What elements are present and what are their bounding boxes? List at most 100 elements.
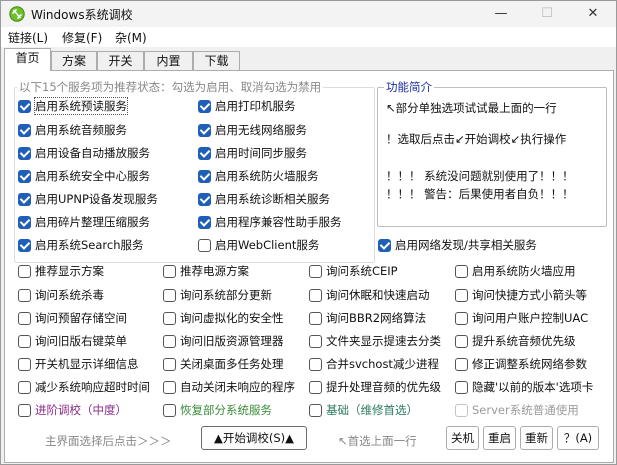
option-checkbox[interactable]: 询问旧版右键菜单 — [18, 333, 127, 349]
option-checkbox[interactable]: 基础（维修首选） — [309, 402, 418, 418]
tab-plan[interactable]: 方案 — [51, 51, 97, 71]
checkbox-unchecked[interactable] — [455, 357, 468, 371]
checkbox-unchecked[interactable] — [18, 334, 31, 348]
checkbox-checked[interactable] — [198, 169, 211, 183]
checkbox-unchecked[interactable] — [455, 380, 468, 394]
tab-builtin[interactable]: 内置 — [144, 51, 193, 71]
checkbox-unchecked[interactable] — [309, 357, 322, 371]
option-checkbox[interactable]: 询问系统杀毒 — [18, 287, 104, 303]
network-discovery-checkbox[interactable]: 启用网络发现/共享相关服务 — [378, 237, 537, 253]
checkbox-unchecked[interactable] — [163, 311, 176, 325]
checkbox-checked[interactable] — [198, 215, 211, 229]
checkbox-checked[interactable] — [18, 123, 31, 137]
service-checkbox[interactable]: 启用系统音频服务 — [18, 122, 127, 138]
service-checkbox[interactable]: 启用WebClient服务 — [198, 237, 319, 253]
service-checkbox[interactable]: 启用碎片整理压缩服务 — [18, 214, 150, 230]
restart-button[interactable]: 重启 — [483, 426, 516, 450]
checkbox-unchecked[interactable] — [163, 403, 176, 417]
checkbox-unchecked[interactable] — [163, 288, 176, 302]
service-checkbox[interactable]: 启用系统诊断相关服务 — [198, 191, 330, 207]
reselect-button[interactable]: 重新 — [520, 426, 553, 450]
option-checkbox[interactable]: 询问快捷方式小箭头等 — [455, 287, 587, 303]
service-checkbox[interactable]: 启用时间同步服务 — [198, 145, 307, 161]
option-checkbox[interactable]: 询问BBR2网络算法 — [309, 310, 426, 326]
checkbox-checked[interactable] — [18, 215, 31, 229]
shutdown-button[interactable]: 关机 — [446, 426, 479, 450]
menu-misc[interactable]: 杂(M) — [115, 29, 147, 46]
option-checkbox[interactable]: 修正调整系统网络参数 — [455, 356, 587, 372]
checkbox-checked[interactable] — [18, 99, 31, 113]
option-checkbox[interactable]: 自动关闭未响应的程序 — [163, 379, 295, 395]
option-checkbox[interactable]: 询问虚拟化的安全性 — [163, 310, 284, 326]
checkbox-checked[interactable] — [198, 192, 211, 206]
start-tuning-button[interactable]: ▲开始调校(S)▲ — [201, 426, 307, 450]
checkbox-checked[interactable] — [198, 99, 211, 113]
option-checkbox[interactable]: 询问系统CEIP — [309, 263, 398, 279]
service-checkbox[interactable]: 启用程序兼容性助手服务 — [198, 214, 342, 230]
tab-switch[interactable]: 开关 — [97, 51, 144, 71]
checkbox-unchecked[interactable] — [309, 380, 322, 394]
option-checkbox[interactable]: 询问休眠和快速启动 — [309, 287, 430, 303]
checkbox-unchecked[interactable] — [163, 357, 176, 371]
option-checkbox[interactable]: 合并svchost减少进程 — [309, 356, 439, 372]
checkbox-unchecked[interactable] — [18, 380, 31, 394]
checkbox-unchecked[interactable] — [163, 264, 176, 278]
option-checkbox[interactable]: 询问预留存储空间 — [18, 310, 127, 326]
checkbox-unchecked[interactable] — [309, 334, 322, 348]
option-checkbox[interactable]: 恢复部分系统服务 — [163, 402, 272, 418]
checkbox-unchecked[interactable] — [455, 334, 468, 348]
service-checkbox[interactable]: 启用无线网络服务 — [198, 122, 307, 138]
service-checkbox[interactable]: 启用UPNP设备发现服务 — [18, 191, 158, 207]
service-checkbox[interactable]: 启用系统预读服务 — [18, 97, 128, 115]
option-checkbox[interactable]: 提升系统音频优先级 — [455, 333, 576, 349]
option-checkbox[interactable]: 隐藏'以前的版本'选项卡 — [455, 379, 593, 395]
checkbox-unchecked[interactable] — [455, 288, 468, 302]
service-checkbox[interactable]: 启用系统Search服务 — [18, 237, 144, 253]
maximize-button[interactable]: ☐ — [524, 1, 570, 27]
checkbox-checked[interactable] — [198, 123, 211, 137]
option-checkbox[interactable]: 提升处理音频的优先级 — [309, 379, 441, 395]
checkbox-unchecked[interactable] — [198, 238, 211, 252]
checkbox-unchecked[interactable] — [309, 264, 322, 278]
checkbox-unchecked[interactable] — [18, 357, 31, 371]
checkbox-unchecked[interactable] — [163, 334, 176, 348]
checkbox-unchecked[interactable] — [18, 264, 31, 278]
menu-repair[interactable]: 修复(F) — [62, 29, 102, 46]
checkbox-checked[interactable] — [378, 238, 391, 252]
checkbox-checked[interactable] — [18, 192, 31, 206]
option-checkbox[interactable]: 询问用户账户控制UAC — [455, 310, 588, 326]
checkbox-unchecked[interactable] — [309, 311, 322, 325]
service-checkbox[interactable]: 启用打印机服务 — [198, 98, 296, 114]
help-button[interactable]: ？(A) — [557, 426, 599, 450]
menu-links[interactable]: 链接(L) — [8, 29, 48, 46]
service-checkbox[interactable]: 启用系统安全中心服务 — [18, 168, 150, 184]
checkbox-unchecked[interactable] — [309, 403, 322, 417]
option-checkbox[interactable]: 启用系统防火墙应用 — [455, 263, 576, 279]
service-checkbox[interactable]: 启用设备自动播放服务 — [18, 145, 150, 161]
option-checkbox[interactable]: 关闭桌面多任务处理 — [163, 356, 284, 372]
option-checkbox[interactable]: 推荐显示方案 — [18, 263, 104, 279]
checkbox-checked[interactable] — [18, 238, 31, 252]
tab-home[interactable]: 首页 — [4, 48, 51, 71]
checkbox-checked[interactable] — [18, 169, 31, 183]
option-checkbox[interactable]: 推荐电源方案 — [163, 263, 249, 279]
minimize-button[interactable]: — — [478, 1, 524, 27]
close-button[interactable]: ✕ — [570, 1, 616, 27]
option-checkbox[interactable]: 减少系统响应超时时间 — [18, 379, 150, 395]
checkbox-unchecked[interactable] — [18, 288, 31, 302]
option-checkbox[interactable]: 文件夹显示提速去分类 — [309, 333, 441, 349]
option-checkbox[interactable]: 进阶调校（中度） — [18, 402, 127, 418]
tab-download[interactable]: 下载 — [193, 51, 240, 71]
checkbox-unchecked[interactable] — [455, 311, 468, 325]
service-checkbox[interactable]: 启用系统防火墙服务 — [198, 168, 319, 184]
checkbox-unchecked[interactable] — [18, 311, 31, 325]
checkbox-unchecked[interactable] — [455, 264, 468, 278]
checkbox-checked[interactable] — [198, 146, 211, 160]
option-checkbox[interactable]: 开关机显示详细信息 — [18, 356, 139, 372]
checkbox-unchecked[interactable] — [18, 403, 31, 417]
checkbox-unchecked[interactable] — [163, 380, 176, 394]
option-checkbox[interactable]: 询问系统部分更新 — [163, 287, 272, 303]
option-checkbox[interactable]: 询问旧版资源管理器 — [163, 333, 284, 349]
checkbox-unchecked[interactable] — [309, 288, 322, 302]
checkbox-checked[interactable] — [18, 146, 31, 160]
